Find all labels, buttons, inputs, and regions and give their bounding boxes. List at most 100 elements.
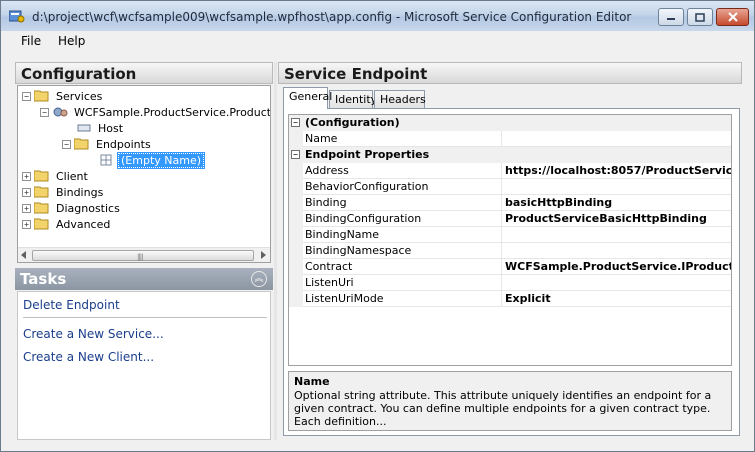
tree-label-services: Services <box>56 89 103 103</box>
property-value[interactable]: https://localhost:8057/ProductService <box>505 164 731 177</box>
collapse-icon[interactable]: − <box>62 139 71 149</box>
tree-item-client[interactable]: + Client <box>22 168 90 184</box>
expand-icon[interactable]: + <box>22 187 31 197</box>
tasks-header: Tasks ︽ <box>15 268 273 290</box>
tree-label-empty-name: (Empty Name) <box>116 151 206 169</box>
grip-icon: |||| <box>137 253 144 261</box>
create-service-link[interactable]: Create a New Service... <box>23 327 164 341</box>
maximize-button[interactable] <box>687 8 713 26</box>
grid-row-listen-uri-mode[interactable]: ListenUriMode Explicit <box>289 291 731 307</box>
service-endpoint-title: Service Endpoint <box>284 65 428 83</box>
grid-gutter <box>289 131 303 147</box>
grid-gutter <box>289 179 303 195</box>
collapse-icon[interactable]: − <box>291 118 300 127</box>
tree-item-service[interactable]: − WCFSample.ProductService.ProductServic… <box>40 104 270 120</box>
delete-endpoint-link[interactable]: Delete Endpoint <box>23 298 120 312</box>
property-value[interactable]: ProductServiceBasicHttpBinding <box>505 212 731 225</box>
minimize-icon <box>667 18 675 20</box>
grid-divider <box>501 275 502 291</box>
grid-gutter <box>289 211 303 227</box>
category-label: (Configuration) <box>305 116 400 129</box>
tree-item-empty-name[interactable]: (Empty Name) <box>98 151 206 169</box>
folder-icon <box>34 186 49 198</box>
grid-divider <box>501 227 502 243</box>
property-description: Name Optional string attribute. This att… <box>288 371 732 431</box>
tree-horizontal-scrollbar[interactable]: |||| <box>18 247 270 262</box>
grid-row-binding[interactable]: Binding basicHttpBinding <box>289 195 731 211</box>
grid-row-binding-namespace[interactable]: BindingNamespace <box>289 243 731 259</box>
close-button[interactable] <box>716 8 749 26</box>
grid-gutter <box>289 243 303 259</box>
menu-file[interactable]: File <box>21 34 41 48</box>
grid-row-binding-name[interactable]: BindingName <box>289 227 731 243</box>
property-value[interactable]: Explicit <box>505 292 731 305</box>
tree-item-advanced[interactable]: + Advanced <box>22 216 112 232</box>
expand-icon[interactable]: + <box>22 203 31 213</box>
grid-row-behavior-configuration[interactable]: BehaviorConfiguration <box>289 179 731 195</box>
property-name: Contract <box>305 260 353 273</box>
service-gear-icon <box>53 107 68 117</box>
collapse-icon[interactable]: − <box>22 91 31 101</box>
grid-gutter <box>289 227 303 243</box>
tasks-body: Delete Endpoint Create a New Service... … <box>17 291 271 440</box>
create-client-link[interactable]: Create a New Client... <box>23 350 154 364</box>
property-value[interactable]: basicHttpBinding <box>505 196 731 209</box>
tree-item-diagnostics[interactable]: + Diagnostics <box>22 200 122 216</box>
property-name: BindingName <box>305 228 380 241</box>
grid-divider <box>501 243 502 259</box>
menu-bar: File Help <box>1 31 754 53</box>
folder-icon <box>34 170 49 182</box>
tab-headers[interactable]: Headers <box>374 90 426 108</box>
grid-gutter <box>289 163 303 179</box>
app-config-icon <box>9 10 25 23</box>
title-bar[interactable]: d:\project\wcf\wcfsample009\wcfsample.wp… <box>1 1 754 31</box>
grid-category-configuration[interactable]: − (Configuration) <box>289 115 731 131</box>
grid-row-listen-uri[interactable]: ListenUri <box>289 275 731 291</box>
property-name: ListenUri <box>305 276 354 289</box>
property-grid[interactable]: − (Configuration) Name − Endpoint Proper… <box>288 114 732 366</box>
chevron-up-icon[interactable]: ︽ <box>251 271 267 287</box>
tree-label-client: Client <box>56 169 88 183</box>
tree-item-services[interactable]: − Services <box>22 88 104 104</box>
grid-gutter <box>289 275 303 291</box>
property-value[interactable]: WCFSample.ProductService.IProductService <box>505 260 731 273</box>
tree-label-diagnostics: Diagnostics <box>56 201 120 215</box>
scrollbar-thumb[interactable]: |||| <box>32 250 254 261</box>
tasks-title: Tasks <box>20 270 67 288</box>
description-text: Optional string attribute. This attribut… <box>294 389 712 427</box>
grid-row-contract[interactable]: Contract WCFSample.ProductService.IProdu… <box>289 259 731 275</box>
tree-item-endpoints[interactable]: − Endpoints <box>62 136 153 152</box>
tab-identity[interactable]: Identity <box>329 90 377 108</box>
panel-splitter[interactable] <box>274 62 277 440</box>
collapse-icon[interactable]: − <box>291 150 300 159</box>
grid-gutter <box>289 291 303 307</box>
minimize-button[interactable] <box>658 8 684 26</box>
scroll-left-icon[interactable] <box>21 251 26 259</box>
tree-item-bindings[interactable]: + Bindings <box>22 184 105 200</box>
grid-row-name[interactable]: Name <box>289 131 731 147</box>
endpoint-icon <box>100 154 112 166</box>
folder-icon <box>34 218 49 230</box>
menu-help[interactable]: Help <box>58 34 85 48</box>
grid-category-endpoint-properties[interactable]: − Endpoint Properties <box>289 147 731 163</box>
grid-gutter <box>289 195 303 211</box>
configuration-tree[interactable]: − Services − WCFSample.ProductService.Pr… <box>17 85 271 263</box>
expand-icon[interactable]: + <box>22 219 31 229</box>
property-name: Name <box>305 132 338 145</box>
scroll-right-icon[interactable] <box>261 251 266 259</box>
grid-divider <box>501 131 502 147</box>
tab-general[interactable]: General <box>283 87 332 109</box>
tree-item-host[interactable]: Host <box>76 120 125 136</box>
grid-divider <box>501 163 502 179</box>
right-panel: Service Endpoint General Identity Header… <box>278 62 742 440</box>
left-panel: Configuration − Services − WCFSample.Pro… <box>15 62 273 440</box>
description-title: Name <box>294 375 330 388</box>
grid-row-binding-configuration[interactable]: BindingConfiguration ProductServiceBasic… <box>289 211 731 227</box>
configuration-header: Configuration <box>15 62 273 84</box>
grid-divider <box>501 259 502 275</box>
grid-divider <box>501 179 502 195</box>
configuration-title: Configuration <box>21 65 137 83</box>
expand-icon[interactable]: + <box>22 171 31 181</box>
collapse-icon[interactable]: − <box>40 107 49 117</box>
grid-row-address[interactable]: Address https://localhost:8057/ProductSe… <box>289 163 731 179</box>
